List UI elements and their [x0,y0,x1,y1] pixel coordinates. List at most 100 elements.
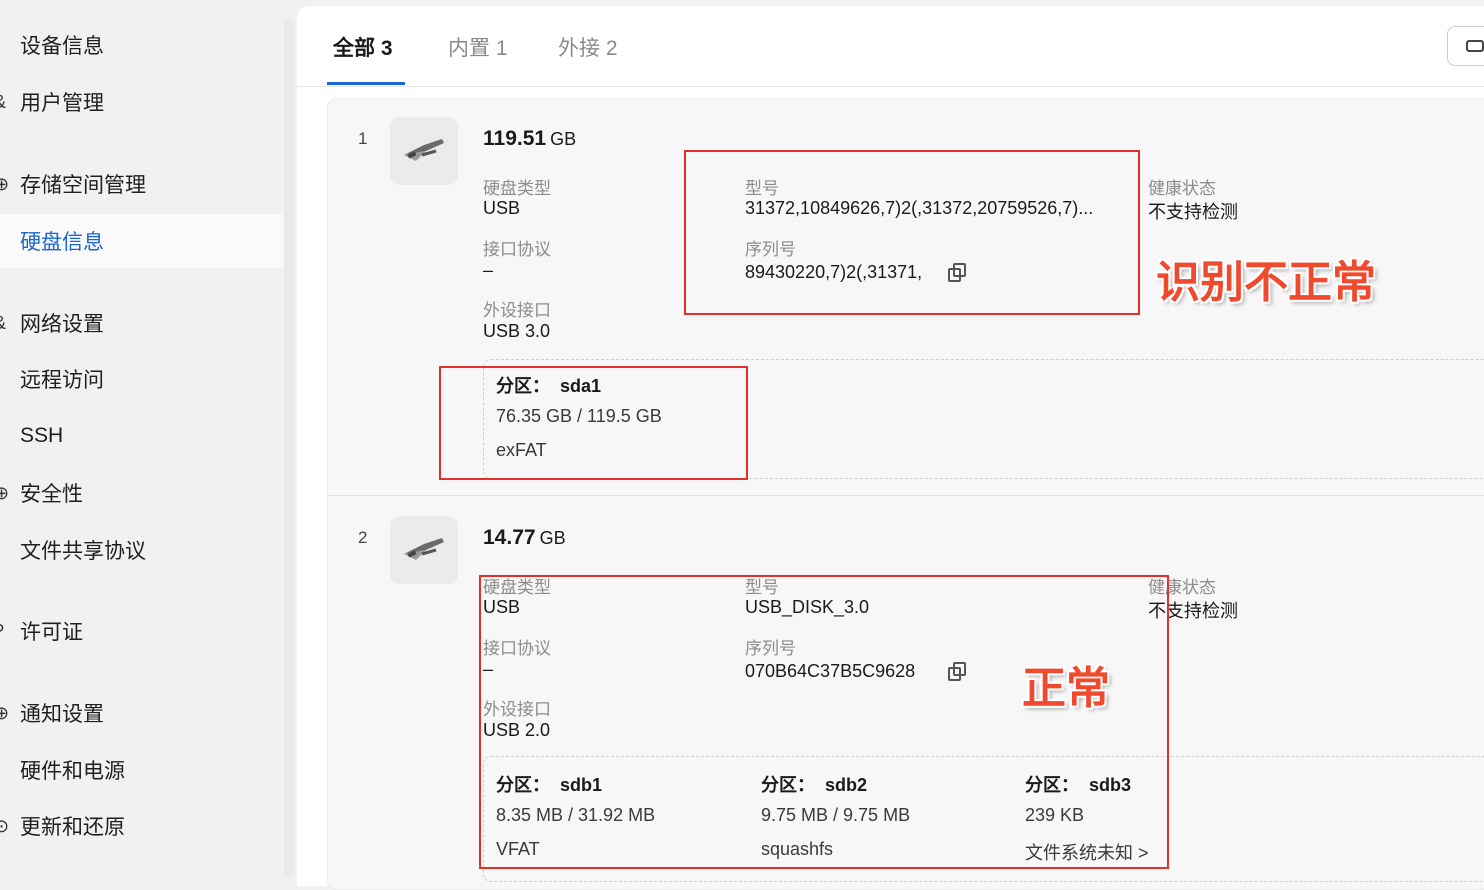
tab-internal[interactable]: 内置 1 [448,32,508,62]
partition-title[interactable]: 分区： sdb3 [1025,771,1131,797]
sidebar-item-label: 更新和还原 [20,816,125,839]
partition-usage: 239 KB [1025,805,1085,825]
capacity-value: 119.51 [483,127,547,150]
sidebar-item-ssh[interactable]: SSH [0,409,284,463]
sidebar-edge-icon: & [0,92,6,113]
health-value: 不支持检测 [1148,601,1238,621]
health-value: 不支持检测 [1148,202,1238,222]
sidebar-item-label: 安全性 [20,483,83,506]
disk-capacity: 119.51 GB [483,127,576,151]
port-value: USB 3.0 [483,321,551,341]
usb-drive-icon [390,117,458,185]
sidebar-item-label: 用户管理 [20,92,104,115]
sidebar-item-label: 存储空间管理 [20,174,146,197]
partition-label: 分区： [496,376,550,396]
sidebar-item-license[interactable]: ? 许可证 [0,604,284,658]
sidebar-item-label: SSH [20,424,64,447]
sidebar-edge-icon: ? [0,621,4,642]
type-value: USB [483,597,521,617]
sidebar-item-file-sharing[interactable]: 文件共享协议 [0,523,284,577]
protocol-value: – [483,260,494,280]
capacity-value: 14.77 [483,526,536,549]
partition-name: sda1 [560,376,602,396]
sidebar-item-update-restore[interactable]: ⊙ 更新和还原 [0,799,284,853]
partition-filesystem: exFAT [496,440,547,460]
sidebar-item-label: 硬件和电源 [20,760,125,783]
sidebar-edge-icon: & [0,313,6,334]
serial-label: 序列号 [745,240,796,259]
capacity-unit: GB [550,129,577,149]
port-value: USB 2.0 [483,720,551,740]
model-label: 型号 [745,578,779,597]
sidebar-item-notifications[interactable]: ⊕ 通知设置 [0,686,284,740]
partition-box: 分区： sda1 76.35 GB / 119.5 GB exFAT [483,359,1484,479]
partition-filesystem-link[interactable]: 文件系统未知 > [1025,839,1149,865]
sidebar-scrollbar[interactable] [284,18,294,878]
type-label: 硬盘类型 [483,179,551,198]
drive-icon [1466,40,1484,52]
sidebar-item-hardware-power[interactable]: · 硬件和电源 [0,743,284,797]
serial-label: 序列号 [745,639,796,658]
sidebar-item-user-management[interactable]: & 用户管理 [0,75,284,129]
main-panel: 全部 3 内置 1 外接 2 1 119.51 GB 硬盘类型 USB 接口协议… [297,6,1484,890]
annotation-text-abnormal: 识别不正常 [1156,258,1376,307]
serial-value: 070B64C37B5C9628 [745,661,916,681]
partition-box: 分区： sdb1 8.35 MB / 31.92 MB VFAT 分区： sdb… [483,756,1484,882]
health-label: 健康状态 [1148,578,1216,597]
tab-external[interactable]: 外接 2 [558,32,618,62]
sidebar-item-network[interactable]: & 网络设置 [0,296,284,350]
partition-name: sdb2 [825,775,868,795]
disk-index: 2 [358,528,368,547]
sidebar-item-device-info[interactable]: 设备信息 [0,18,284,72]
sidebar-item-label: 文件共享协议 [20,540,146,563]
sidebar-item-storage[interactable]: ⊕ 存储空间管理 [0,157,284,211]
tab-all[interactable]: 全部 3 [333,32,393,62]
sidebar-item-remote-access[interactable]: / 远程访问 [0,352,284,406]
tab-active-indicator [327,82,405,85]
sidebar-edge-icon: ⊕ [0,482,10,503]
sidebar-item-label: 硬盘信息 [20,231,104,254]
partition-label: 分区： [496,775,550,795]
partition-label: 分区： [761,775,815,795]
disk-index: 1 [358,129,368,148]
sidebar-item-label: 远程访问 [20,369,104,392]
capacity-unit: GB [539,528,566,548]
partition-usage: 9.75 MB / 9.75 MB [761,805,911,825]
partition-label: 分区： [1025,775,1079,795]
toolbar-button[interactable] [1447,26,1484,66]
port-label: 外设接口 [483,301,551,320]
protocol-value: – [483,659,494,679]
disk-list: 1 119.51 GB 硬盘类型 USB 接口协议 – 外设接口 USB 3.0 … [327,98,1484,890]
sidebar: 设备信息 & 用户管理 ⊕ 存储空间管理 硬盘信息 & 网络设置 / 远程访问 … [0,0,284,886]
sidebar-edge-icon: ⊕ [0,173,10,194]
annotation-text-normal: 正常 [1022,664,1110,713]
sidebar-item-label: 网络设置 [20,313,104,336]
port-label: 外设接口 [483,700,551,719]
health-label: 健康状态 [1148,179,1216,198]
partition-title[interactable]: 分区： sdb1 [496,771,602,797]
partition-title[interactable]: 分区： sdb2 [761,771,867,797]
sidebar-item-label: 设备信息 [20,35,104,58]
sidebar-item-label: 通知设置 [20,703,104,726]
type-value: USB [483,198,521,218]
sidebar-item-security[interactable]: ⊕ 安全性 [0,466,284,520]
partition-name: sdb1 [560,775,603,795]
partition-name: sdb3 [1089,775,1132,795]
model-label: 型号 [745,179,779,198]
disk-card: 2 14.77 GB 硬盘类型 USB 接口协议 – 外设接口 USB 2.0 型… [328,495,1484,889]
partition-usage: 76.35 GB / 119.5 GB [496,406,662,426]
sidebar-item-disk-info[interactable]: 硬盘信息 [0,214,284,268]
copy-icon[interactable] [948,662,968,682]
partition-filesystem: VFAT [496,839,540,859]
partition-title[interactable]: 分区： sda1 [496,372,601,398]
protocol-label: 接口协议 [483,639,551,658]
partition-filesystem: squashfs [761,839,834,859]
serial-value: 89430220,7)2(,31371, [745,262,923,282]
copy-icon[interactable] [948,263,968,283]
partition-usage: 8.35 MB / 31.92 MB [496,805,656,825]
type-label: 硬盘类型 [483,578,551,597]
tab-bar: 全部 3 内置 1 外接 2 [297,6,1484,87]
usb-drive-icon [390,516,458,584]
protocol-label: 接口协议 [483,240,551,259]
sidebar-item-label: 许可证 [20,621,83,644]
